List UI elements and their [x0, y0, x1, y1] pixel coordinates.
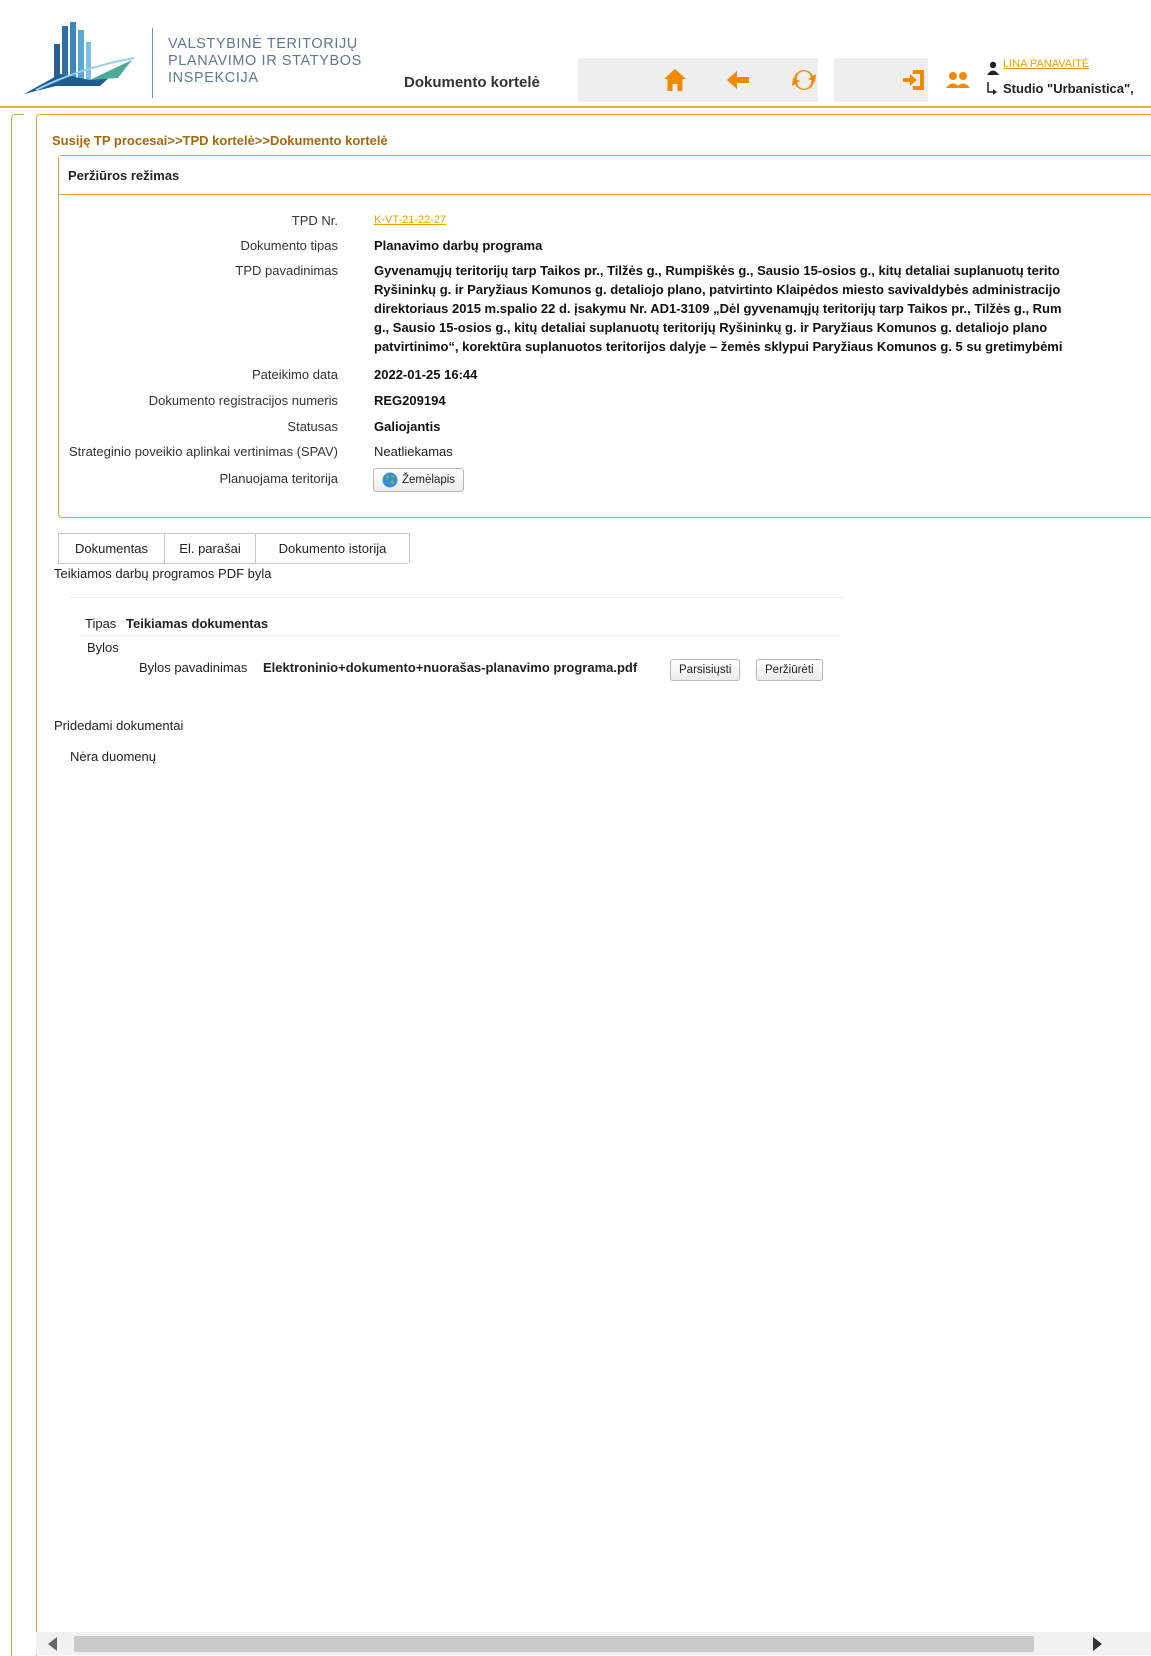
field-row-status: Statusas Galiojantis — [0, 417, 1151, 436]
logo-line: INSPEKCIJA — [168, 70, 259, 86]
field-value: Planavimo darbų programa — [374, 238, 543, 253]
globe-icon — [382, 472, 398, 488]
tpd-name-line: g., Sausio 15-osios g., kitų detaliai su… — [374, 320, 1048, 335]
section-title-pdf: Teikiamos darbų programos PDF byla — [54, 566, 272, 581]
download-button[interactable]: Parsisiųsti — [670, 659, 741, 681]
field-label: Planuojama teritorija — [219, 471, 338, 486]
status-value: Galiojantis — [374, 419, 441, 434]
type-value: Teikiamas dokumentas — [126, 616, 269, 631]
users-icon — [946, 72, 970, 88]
no-data-text: Nėra duomenų — [70, 749, 156, 764]
field-row-tpd-nr: TPD Nr. K-VT-21-22-27 — [0, 211, 1151, 230]
logo-line: PLANAVIMO IR STATYBOS — [168, 53, 362, 69]
users-button[interactable] — [940, 62, 976, 98]
field-value: REG209194 — [374, 393, 446, 408]
tpd-name-value: Gyvenamųjų teritorijų tarp Taikos pr., T… — [374, 261, 1151, 356]
organization-name: Studio "Urbanistica", — [1003, 81, 1134, 96]
tab-underline — [58, 563, 408, 564]
refresh-icon — [792, 69, 816, 91]
field-label: Dokumento registracijos numeris — [148, 393, 338, 408]
map-button-label: Žemėlapis — [402, 474, 456, 486]
tpd-number-link[interactable]: K-VT-21-22-27 — [374, 211, 446, 230]
field-row-doc-type: Dokumento tipas Planavimo darbų programa — [0, 236, 1151, 255]
field-row-reg-number: Dokumento registracijos numeris REG20919… — [0, 391, 1151, 410]
field-row-spav: Strateginio poveikio aplinkai vertinimas… — [0, 442, 1151, 461]
tab-signatures[interactable]: El. parašai — [164, 533, 256, 563]
field-label: Pateikimo data — [252, 367, 338, 382]
breadcrumb[interactable]: Susiję TP procesai>>TPD kortelė>>Dokumen… — [52, 133, 388, 148]
tpd-name-line: direktoriaus 2015 m.spalio 22 d. įsakymu… — [374, 301, 1062, 316]
field-label: Dokumento tipas — [240, 238, 338, 253]
tab-label: Dokumento istorija — [278, 541, 387, 556]
back-arrow-icon — [727, 71, 749, 89]
scroll-left-arrow-icon[interactable] — [48, 1637, 57, 1651]
map-button[interactable]: Žemėlapis — [373, 468, 465, 492]
tab-document[interactable]: Dokumentas — [58, 533, 165, 563]
tpd-name-line: patvirtinimo“, korektūra suplanuotos ter… — [374, 339, 1063, 354]
back-button[interactable] — [720, 62, 756, 98]
tab-document-history[interactable]: Dokumento istorija — [255, 533, 410, 563]
scrollbar-thumb[interactable] — [74, 1636, 1034, 1652]
home-button[interactable] — [657, 62, 693, 98]
vtpsi-logo-icon — [24, 22, 135, 94]
attached-docs-title: Pridedami dokumentai — [54, 718, 184, 733]
refresh-button[interactable] — [786, 62, 822, 98]
file-name-label: Bylos pavadinimas — [139, 660, 248, 675]
tab-label: El. parašai — [179, 541, 241, 556]
logo-divider — [152, 28, 153, 98]
field-value: 2022-01-25 16:44 — [374, 367, 478, 382]
row-divider — [80, 635, 840, 636]
nav-toolbar — [578, 58, 818, 102]
scroll-right-arrow-icon[interactable] — [1093, 1637, 1102, 1651]
page-heading: Dokumento kortelė — [404, 74, 540, 91]
field-label: Statusas — [287, 419, 338, 434]
logout-icon — [903, 70, 924, 90]
field-label: TPD Nr. — [291, 213, 338, 228]
field-label: TPD pavadinimas — [235, 263, 338, 278]
field-row-tpd-name: TPD pavadinimas Gyvenamųjų teritorijų ta… — [0, 261, 1151, 356]
tpd-name-line: Ryšininkų g. ir Paryžiaus Komunos g. det… — [374, 282, 1061, 297]
view-button-label: Peržiūrėti — [765, 664, 814, 676]
download-button-label: Parsisiųsti — [679, 664, 732, 676]
field-label: Strateginio poveikio aplinkai vertinimas… — [68, 444, 338, 459]
panel-title: Peržiūros režimas — [68, 168, 180, 183]
app-header: VALSTYBINĖ TERITORIJŲ PLANAVIMO IR STATY… — [0, 0, 1151, 104]
field-row-territory: Planuojama teritorija — [0, 468, 1151, 492]
user-icon — [987, 61, 999, 75]
field-row-submit-date: Pateikimo data 2022-01-25 16:44 — [0, 365, 1151, 384]
user-name-link[interactable]: LINA PANAVAITĖ — [1003, 58, 1089, 70]
tpd-name-line: Gyvenamųjų teritorijų tarp Taikos pr., T… — [374, 263, 1060, 278]
section-divider — [70, 597, 844, 598]
header-border — [0, 106, 1151, 108]
logo-line: VALSTYBINĖ TERITORIJŲ — [168, 36, 358, 52]
home-icon — [664, 69, 686, 91]
tab-label: Dokumentas — [75, 541, 148, 556]
view-button[interactable]: Peržiūrėti — [756, 659, 823, 681]
type-label: Tipas — [85, 616, 117, 631]
file-name-value: Elektroninio+dokumento+nuorašas-planavim… — [263, 660, 638, 675]
logo-text: VALSTYBINĖ TERITORIJŲ PLANAVIMO IR STATY… — [168, 36, 362, 87]
files-label: Bylos — [87, 640, 119, 655]
logout-button[interactable] — [896, 62, 932, 98]
org-hierarchy-icon — [987, 82, 997, 95]
panel-header: Peržiūros režimas — [59, 156, 1151, 195]
field-value: Neatliekamas — [374, 444, 453, 459]
